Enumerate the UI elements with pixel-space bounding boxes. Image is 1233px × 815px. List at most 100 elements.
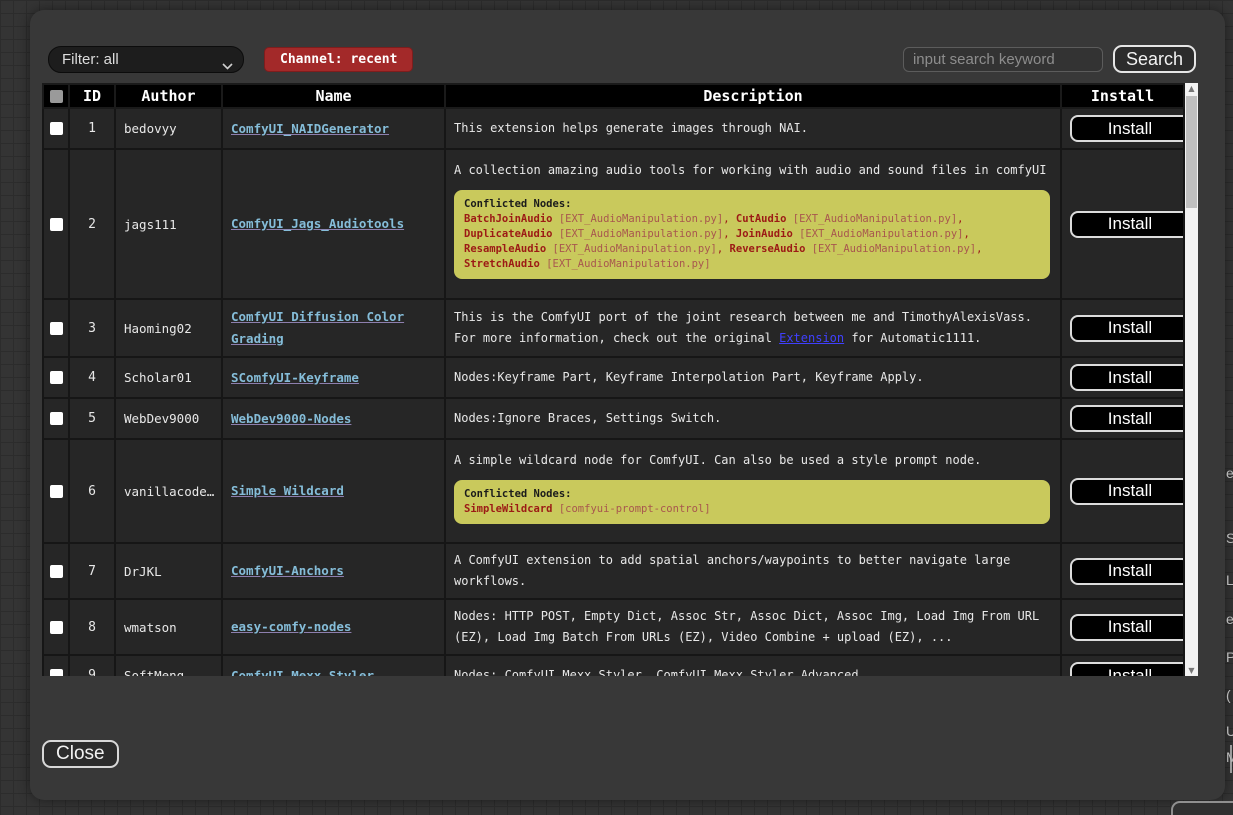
install-button[interactable]: Install [1070,558,1184,585]
row-name-cell: SComfyUI-Keyframe [222,357,445,398]
row-author: wmatson [115,599,222,655]
row-install-cell: Install [1061,108,1184,149]
row-description: Nodes:Keyframe Part, Keyframe Interpolat… [445,357,1061,398]
extension-name-link[interactable]: SComfyUI-Keyframe [231,370,359,385]
install-button[interactable]: Install [1070,211,1184,238]
table-row: 2jags111ComfyUI_Jags_AudiotoolsA collect… [43,149,1184,299]
install-button[interactable]: Install [1070,364,1184,391]
conflict-items: BatchJoinAudio [EXT_AudioManipulation.py… [464,212,1040,272]
header-id: ID [69,84,115,108]
row-id: 8 [69,599,115,655]
header-name: Name [222,84,445,108]
search-input[interactable] [903,47,1103,72]
search-button[interactable]: Search [1113,45,1196,73]
extension-name-link[interactable]: ComfyUI_Mexx_Styler [231,668,374,677]
install-button[interactable]: Install [1070,614,1184,641]
background-menu-letter: P [1226,649,1233,665]
description-text: A collection amazing audio tools for wor… [454,163,1046,177]
extension-name-link[interactable]: easy-comfy-nodes [231,619,351,634]
row-checkbox[interactable] [50,485,63,498]
row-id: 6 [69,439,115,543]
background-menu-letter: L [1226,572,1233,588]
conflict-node-name: JoinAudio [736,228,793,240]
row-install-cell: Install [1061,398,1184,439]
row-install-cell: Install [1061,655,1184,676]
table-header-row: ID Author Name Description Install [43,84,1184,108]
table-scrollbar[interactable]: ▲ ▼ [1185,83,1198,676]
row-checkbox-cell [43,599,69,655]
row-description: Nodes:Ignore Braces, Settings Switch. [445,398,1061,439]
row-checkbox-cell [43,439,69,543]
conflict-node-name: CutAudio [736,213,787,225]
install-button[interactable]: Install [1070,115,1184,142]
description-text: Nodes:Ignore Braces, Settings Switch. [454,411,721,425]
conflict-title: Conflicted Nodes: [464,487,1040,502]
description-text: Nodes:Keyframe Part, Keyframe Interpolat… [454,370,924,384]
comfyui-canvas: { "dialog": { "filter_label": "Filter: a… [0,0,1233,815]
row-id: 5 [69,398,115,439]
install-button[interactable]: Install [1070,405,1184,432]
header-author: Author [115,84,222,108]
background-menu-letter: ( [1226,687,1231,703]
scroll-down-icon[interactable]: ▼ [1185,665,1198,676]
channel-badge: Channel: recent [264,47,413,72]
scroll-up-icon[interactable]: ▲ [1185,83,1198,94]
extension-name-link[interactable]: Simple Wildcard [231,483,344,498]
row-checkbox[interactable] [50,371,63,384]
table-row: 9SoftMengComfyUI_Mexx_StylerNodes: Comfy… [43,655,1184,676]
dialog-toolbar: Filter: all Channel: recent Search [42,45,1196,73]
row-author: Haoming02 [115,299,222,357]
row-author: Scholar01 [115,357,222,398]
row-checkbox-cell [43,357,69,398]
description-text: A simple wildcard node for ComfyUI. Can … [454,453,981,467]
row-description: A ComfyUI extension to add spatial ancho… [445,543,1061,599]
row-name-cell: ComfyUI Diffusion Color Grading [222,299,445,357]
row-description: A simple wildcard node for ComfyUI. Can … [445,439,1061,543]
row-author: bedovyy [115,108,222,149]
row-checkbox[interactable] [50,122,63,135]
scrollbar-thumb[interactable] [1186,96,1197,208]
row-checkbox-cell [43,655,69,676]
conflict-node-source: [EXT_AudioManipulation.py] [812,243,976,255]
conflict-node-source: [EXT_AudioManipulation.py] [559,228,723,240]
conflicted-nodes-box: Conflicted Nodes:SimpleWildcard [comfyui… [454,480,1050,524]
row-author: vanillacode… [115,439,222,543]
row-id: 3 [69,299,115,357]
extensions-table: ID Author Name Description Install 1bedo… [42,83,1185,676]
row-checkbox[interactable] [50,322,63,335]
row-name-cell: Simple Wildcard [222,439,445,543]
filter-dropdown[interactable]: Filter: all [48,46,244,73]
row-author: jags111 [115,149,222,299]
header-install: Install [1061,84,1184,108]
conflict-items: SimpleWildcard [comfyui-prompt-control] [464,502,1040,517]
background-menu-letter: e [1226,465,1233,481]
close-button[interactable]: Close [42,740,119,768]
install-button[interactable]: Install [1070,478,1184,505]
extensions-tbody: 1bedovyy ComfyUI_NAIDGenerator This extens… [43,108,1184,676]
row-description: Nodes: ComfyUI Mexx Styler, ComfyUI Mexx… [445,655,1061,676]
extension-name-link[interactable]: ComfyUI_NAIDGenerator [231,121,389,136]
row-checkbox-cell [43,398,69,439]
row-checkbox[interactable] [50,412,63,425]
description-link[interactable]: Extension [779,331,844,345]
row-checkbox[interactable] [50,565,63,578]
row-id: 1 [69,108,115,149]
extension-name-link[interactable]: WebDev9000-Nodes [231,411,351,426]
extension-name-link[interactable]: ComfyUI-Anchors [231,563,344,578]
extension-name-link[interactable]: ComfyUI Diffusion Color Grading [231,309,404,346]
conflict-node-name: SimpleWildcard [464,503,553,515]
extensions-table-zone: ID Author Name Description Install 1bedo… [42,83,1225,676]
row-checkbox[interactable] [50,669,63,676]
install-button[interactable]: Install [1070,662,1184,676]
row-checkbox-cell [43,149,69,299]
row-id: 7 [69,543,115,599]
conflicted-nodes-box: Conflicted Nodes:BatchJoinAudio [EXT_Aud… [454,190,1050,279]
row-checkbox[interactable] [50,218,63,231]
row-id: 9 [69,655,115,676]
install-button[interactable]: Install [1070,315,1184,342]
row-name-cell: ComfyUI_Jags_Audiotools [222,149,445,299]
row-description: This extension helps generate images thr… [445,108,1061,149]
extension-name-link[interactable]: ComfyUI_Jags_Audiotools [231,216,404,231]
select-all-checkbox[interactable] [50,90,63,103]
row-checkbox[interactable] [50,621,63,634]
